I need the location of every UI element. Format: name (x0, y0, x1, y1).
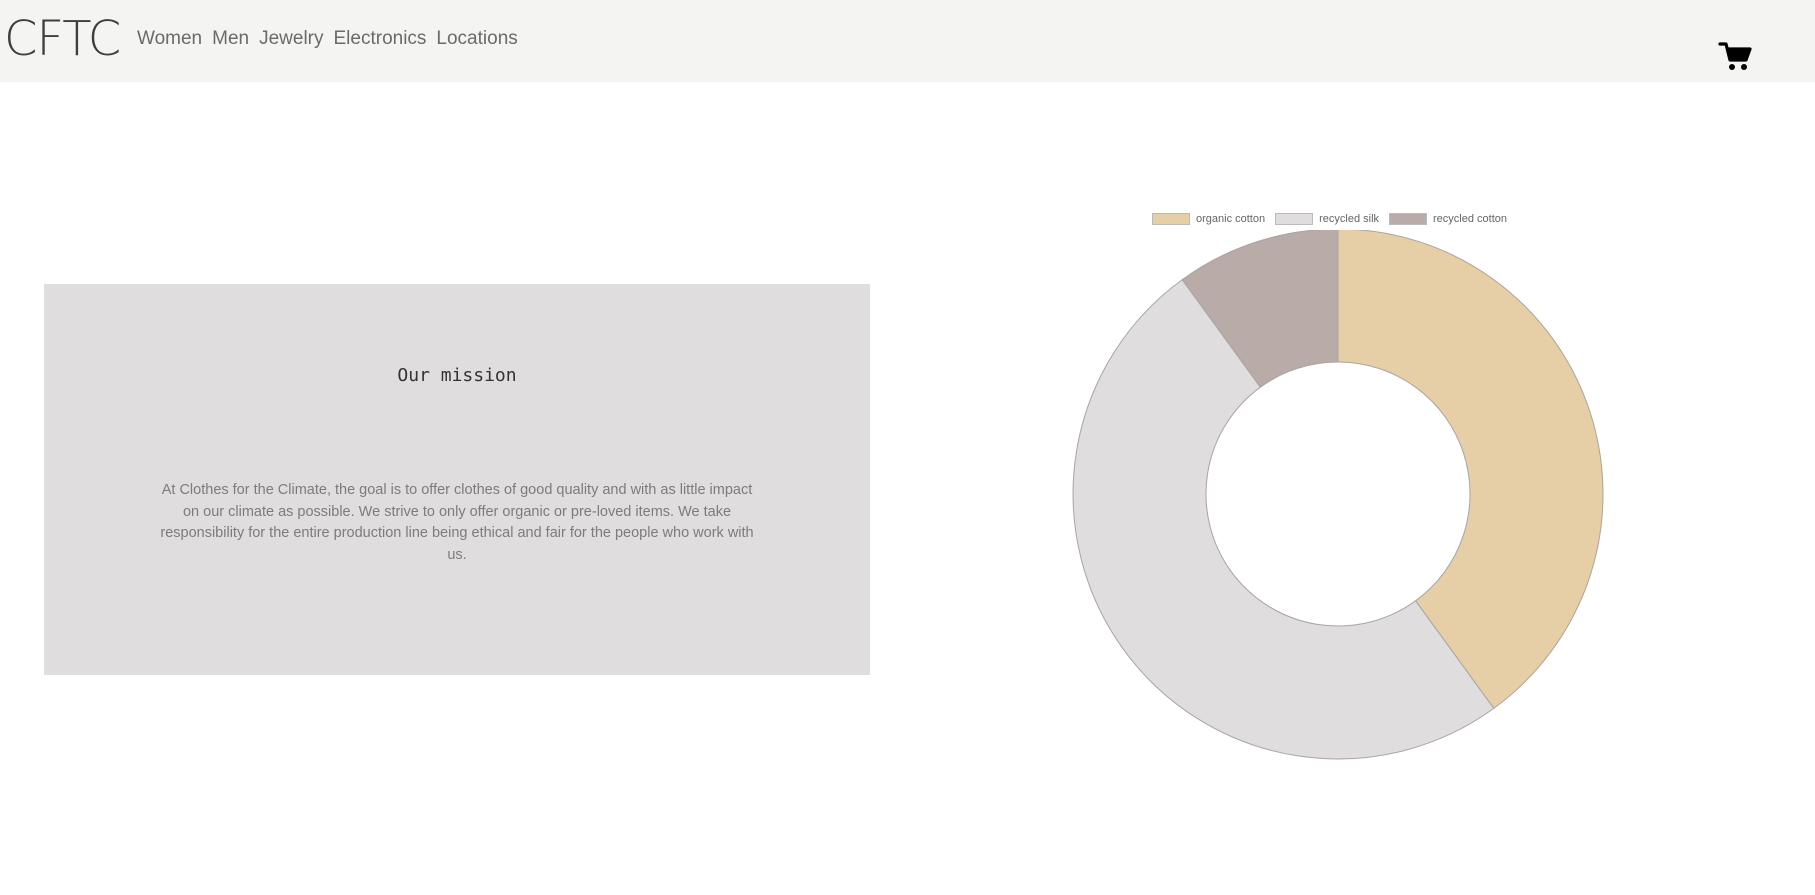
legend-label: recycled cotton (1433, 213, 1507, 225)
nav-link-women[interactable]: Women (137, 27, 202, 51)
legend-label: organic cotton (1196, 213, 1266, 225)
brand-logo[interactable]: CFTC (4, 10, 121, 68)
nav-link-locations[interactable]: Locations (436, 27, 517, 51)
legend-swatch (1389, 213, 1428, 225)
nav-link-men[interactable]: Men (212, 27, 249, 51)
mission-title: Our mission (397, 365, 517, 386)
mission-panel: Our mission At Clothes for the Climate, … (44, 284, 870, 675)
top-navbar: CFTC Women Men Jewelry Electronics Locat… (0, 0, 1815, 82)
mission-text: At Clothes for the Climate, the goal is … (160, 482, 754, 563)
nav-link-jewelry[interactable]: Jewelry (259, 27, 323, 51)
legend-item[interactable]: recycled cotton (1389, 213, 1507, 225)
legend-label: recycled silk (1319, 213, 1380, 225)
legend-item[interactable]: recycled silk (1275, 213, 1379, 225)
legend-item[interactable]: organic cotton (1152, 213, 1265, 225)
cart-icon[interactable] (1718, 38, 1754, 74)
legend-swatch (1275, 213, 1314, 225)
materials-donut-chart (1072, 230, 1604, 760)
legend-swatch (1152, 213, 1190, 225)
nav-links: Women Men Jewelry Electronics Locations (137, 27, 518, 51)
chart-legend: organic cotton recycled silk recycled cott… (1152, 213, 1517, 225)
nav-link-electronics[interactable]: Electronics (334, 27, 427, 51)
